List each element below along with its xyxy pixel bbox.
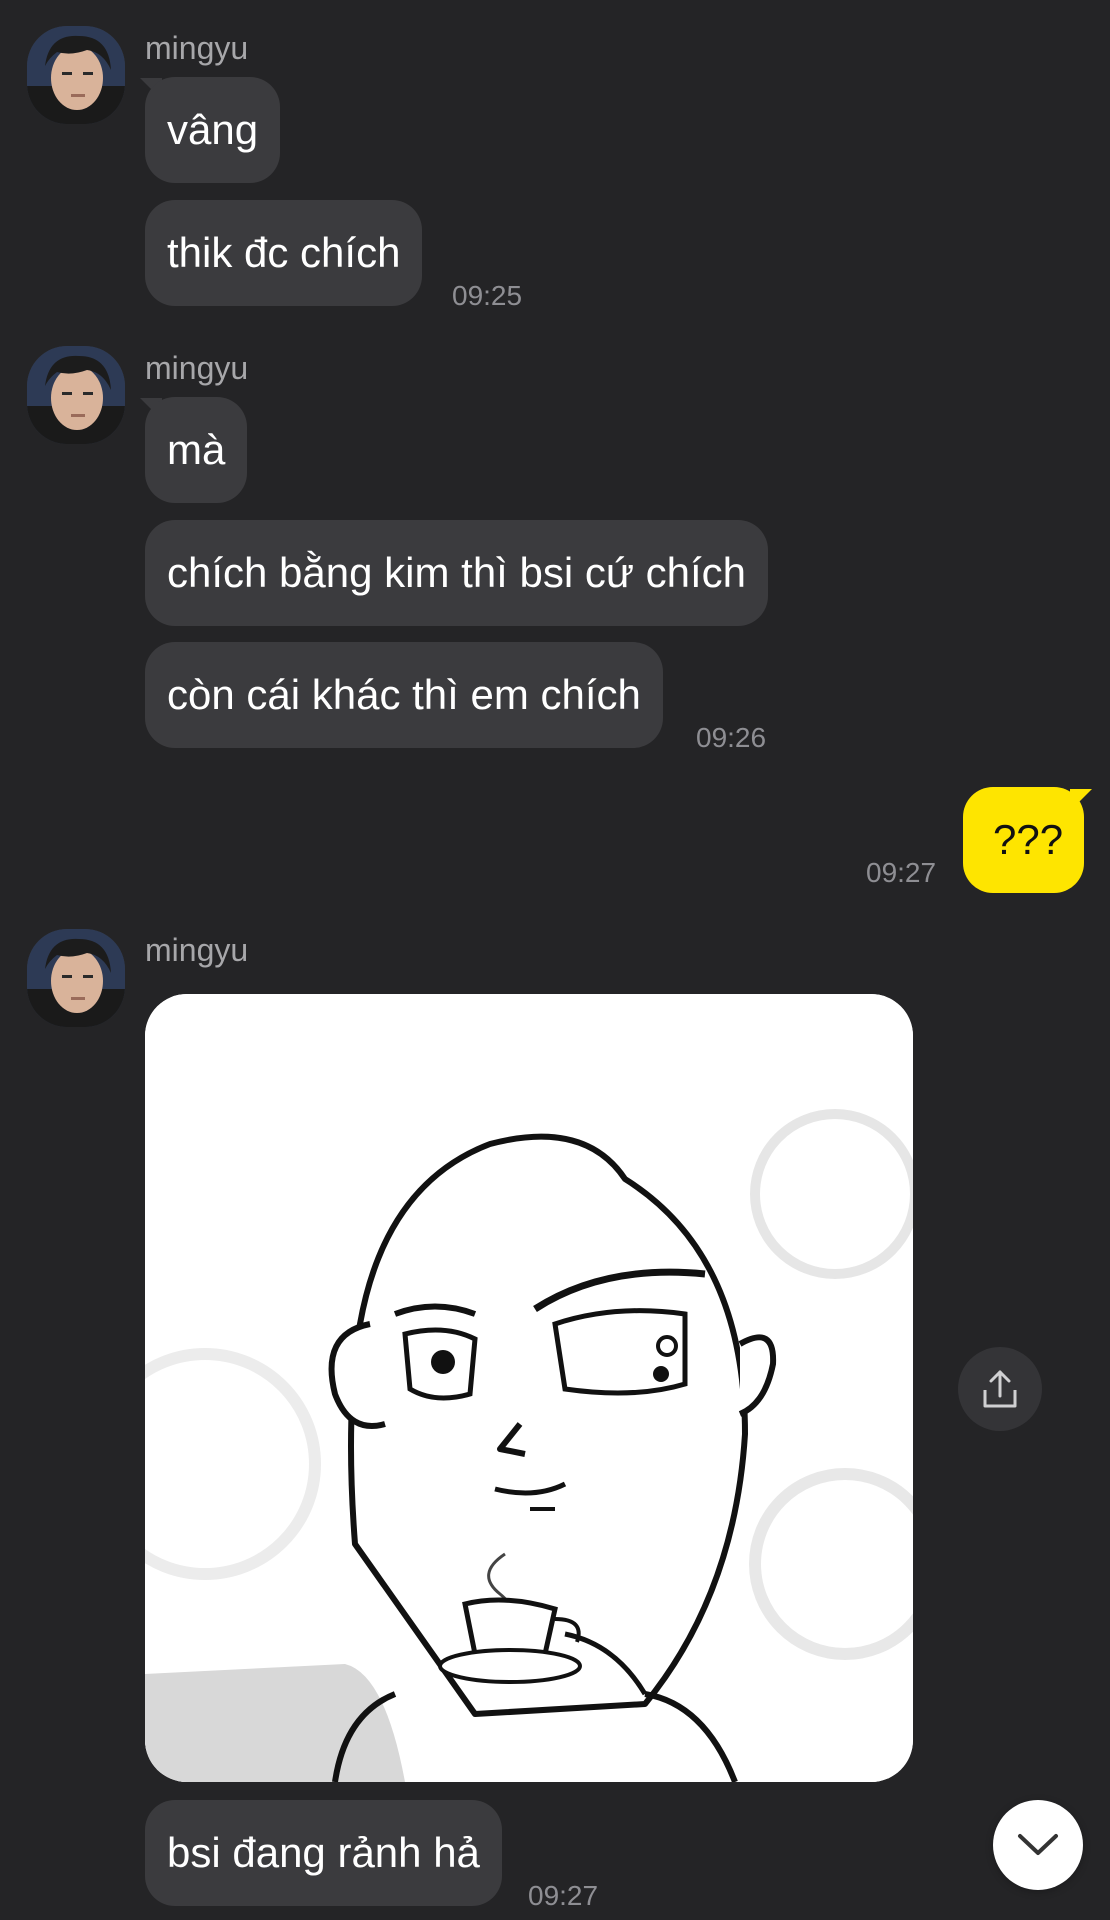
my-message-bubble[interactable]: ??? [963, 787, 1084, 893]
sender-name: mingyu [145, 350, 249, 386]
message-time: 09:27 [528, 1880, 599, 1911]
message-bubble[interactable]: còn cái khác thì em chích [145, 642, 663, 748]
avatar[interactable] [27, 346, 125, 444]
message-bubble[interactable]: mà [145, 397, 248, 503]
avatar-photo-icon [27, 346, 125, 444]
image-message[interactable] [145, 994, 913, 1782]
avatar[interactable] [27, 26, 125, 124]
sketch-image [145, 994, 913, 1782]
message-bubble[interactable]: thik đc chích [145, 200, 423, 306]
message-time: 09:26 [696, 722, 767, 753]
sender-name: mingyu [145, 30, 249, 66]
share-icon [983, 1370, 1017, 1408]
message-bubble[interactable]: chích bằng kim thì bsi cứ chích [145, 520, 769, 626]
avatar-photo-icon [27, 26, 125, 124]
bubble-tail [1070, 789, 1092, 811]
message-bubble[interactable]: vâng [145, 77, 281, 183]
message-time: 09:27 [866, 857, 937, 888]
message-time: 09:25 [452, 280, 523, 311]
scroll-to-bottom-button[interactable] [993, 1800, 1083, 1890]
sender-name: mingyu [145, 932, 249, 968]
message-bubble[interactable]: bsi đang rảnh hả [145, 1800, 502, 1906]
avatar[interactable] [27, 929, 125, 1027]
share-button[interactable] [958, 1347, 1042, 1431]
avatar-photo-icon [27, 929, 125, 1027]
chevron-down-icon [1018, 1834, 1058, 1855]
